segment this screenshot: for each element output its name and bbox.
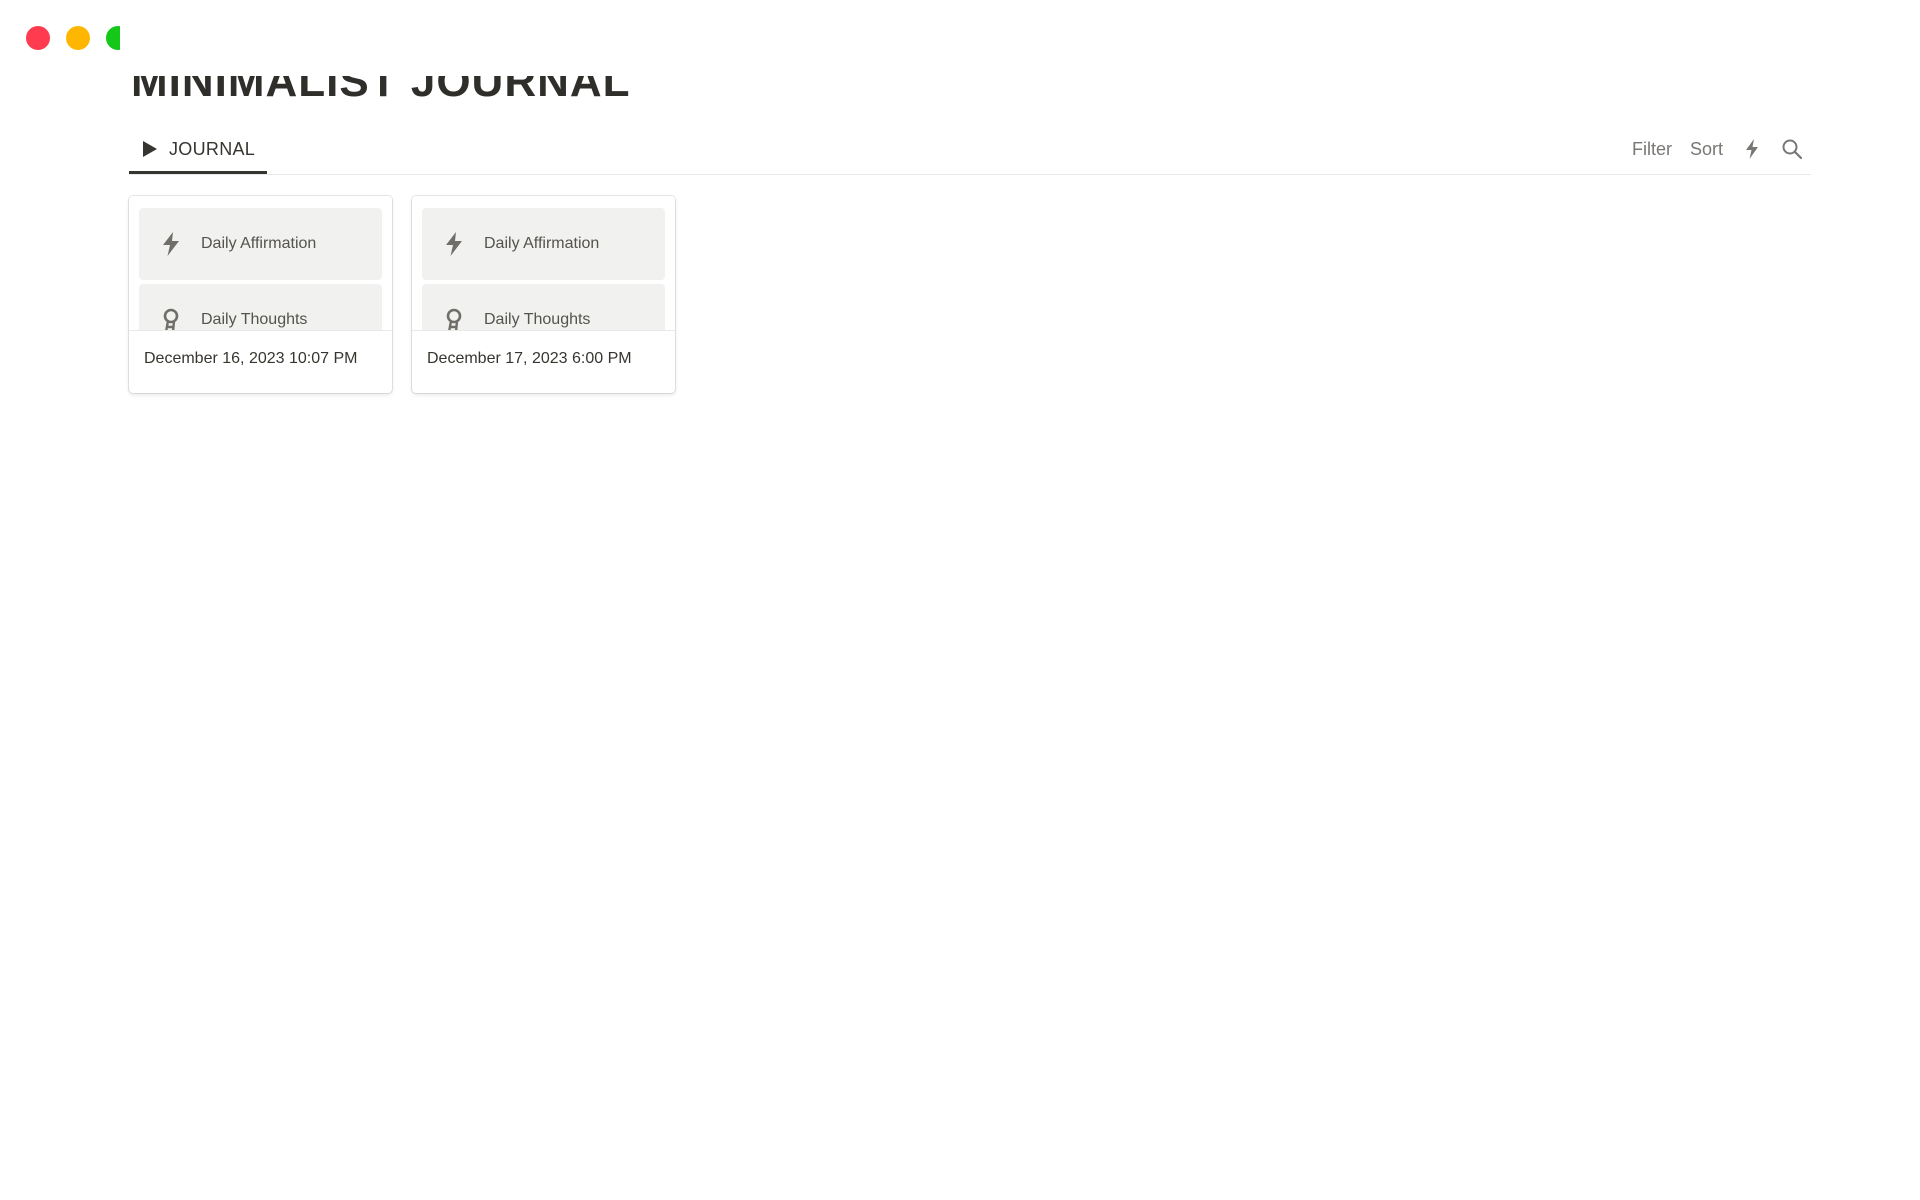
block-label: Daily Thoughts xyxy=(484,311,591,328)
journal-card[interactable]: Daily Affirmation Daily Thoughts Decembe… xyxy=(412,196,675,393)
tab-label: JOURNAL xyxy=(169,138,256,159)
preview-block-affirmation: Daily Affirmation xyxy=(422,208,665,280)
preview-block-thoughts: Daily Thoughts xyxy=(139,284,382,330)
block-label: Daily Thoughts xyxy=(201,311,308,328)
card-preview: Daily Affirmation Daily Thoughts xyxy=(412,196,675,331)
preview-block-affirmation: Daily Affirmation xyxy=(139,208,382,280)
sort-button[interactable]: Sort xyxy=(1690,139,1723,160)
preview-block-thoughts: Daily Thoughts xyxy=(422,284,665,330)
database-view-bar: JOURNAL Filter Sort xyxy=(129,126,1811,175)
journal-card[interactable]: Daily Affirmation Daily Thoughts Decembe… xyxy=(129,196,392,393)
filter-button[interactable]: Filter xyxy=(1632,139,1672,160)
idea-icon xyxy=(442,308,466,330)
card-footer: December 16, 2023 10:07 PM xyxy=(129,331,392,387)
idea-icon xyxy=(159,308,183,330)
play-icon xyxy=(143,140,157,157)
card-date: December 17, 2023 6:00 PM xyxy=(427,350,632,367)
lightning-icon xyxy=(159,232,183,256)
journal-page: MINIMALIST JOURNAL JOURNAL Filter Sort D… xyxy=(0,0,1920,1200)
block-label: Daily Affirmation xyxy=(201,235,317,252)
tab-journal[interactable]: JOURNAL xyxy=(129,126,268,174)
search-icon[interactable] xyxy=(1781,138,1803,160)
page-title: MINIMALIST JOURNAL xyxy=(131,57,631,106)
lightning-icon xyxy=(442,232,466,256)
card-preview: Daily Affirmation Daily Thoughts xyxy=(129,196,392,331)
view-toolbar: Filter Sort xyxy=(1632,126,1803,172)
card-footer: December 17, 2023 6:00 PM xyxy=(412,331,675,387)
gallery-view: Daily Affirmation Daily Thoughts Decembe… xyxy=(129,196,675,393)
lightning-icon[interactable] xyxy=(1741,138,1763,160)
block-label: Daily Affirmation xyxy=(484,235,600,252)
card-date: December 16, 2023 10:07 PM xyxy=(144,350,358,367)
